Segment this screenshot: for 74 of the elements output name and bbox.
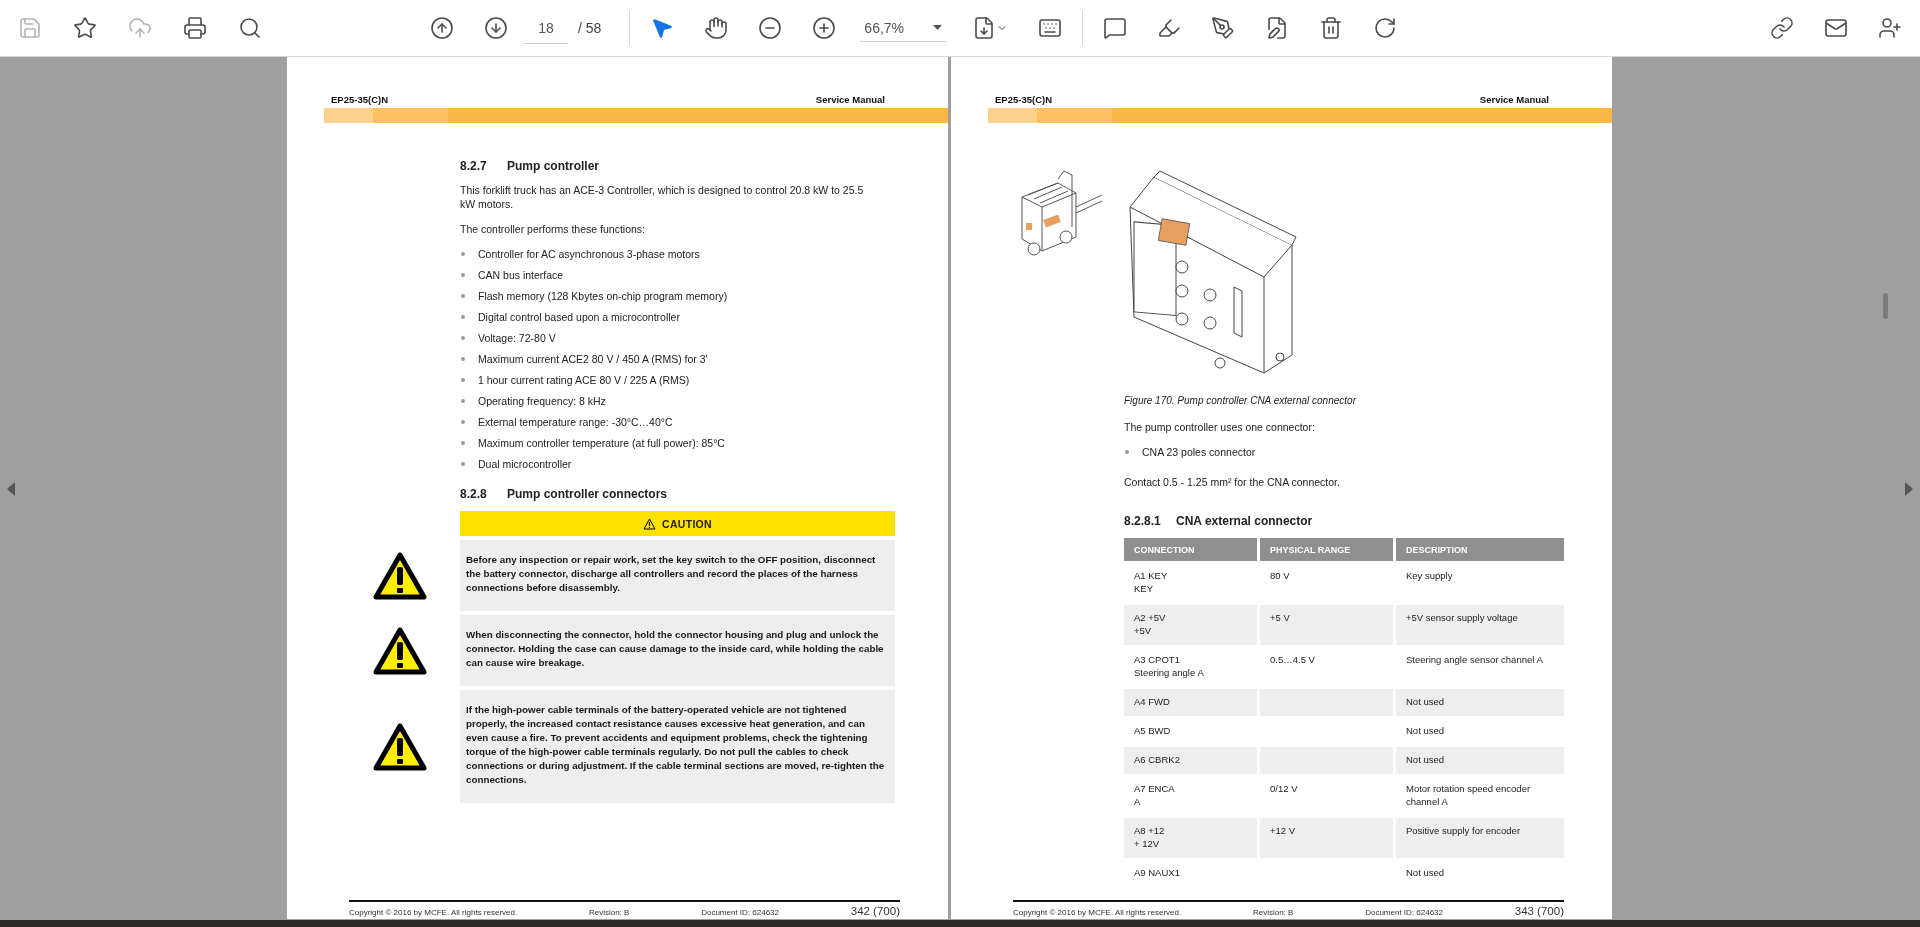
bullet-dot [461,441,465,445]
bullet-text: CNA 23 poles connector [1142,445,1256,459]
bullet-dot [461,399,465,403]
footer-revision: Revision: B [1252,908,1294,917]
header-title: Service Manual [815,94,885,105]
bullet-dot [461,294,465,298]
header-model: EP25-35(C)N [331,94,389,105]
previous-page-icon[interactable] [6,481,16,496]
bullet-text: External temperature range: -30°C…40°C [478,415,673,429]
table-cell: Positive supply for encoder [1396,818,1564,858]
footer-revision: Revision: B [588,908,630,917]
bullet-text: Controller for AC asynchronous 3-phase motors [478,247,700,261]
bullet-dot [461,252,465,256]
zoom-field[interactable]: 66,7% [860,14,947,42]
table-cell: A6 CBRK2 [1124,747,1257,774]
bullet-text: 1 hour current rating ACE 80 V / 225 A (RMS) [478,373,690,387]
bullet-dot [461,420,465,424]
bullet-text: Digital control based upon a microcontroller [478,310,680,324]
warning-text: When disconnecting the connector, hold the connector housing and plug and unlock the connector. Holding the case can cause damage to the inside card, while holding the cable can cause wire breakage. [460,615,895,686]
bullet-text: Maximum controller temperature (at full power): 85°C [478,436,725,450]
bullet-dot [461,336,465,340]
page-number: 343 (700) [1514,905,1564,917]
bullet-dot [1125,450,1129,454]
bullet-text: Operating frequency: 8 kHz [478,394,606,408]
section-title: Pump controller [507,159,599,173]
section-title: CNA external connector [1176,514,1313,528]
section-title: Pump controller connectors [507,487,668,501]
table-cell: A8 +12 + 12V [1124,818,1257,858]
scrollbar-thumb[interactable] [1883,293,1888,319]
paragraph: This forklift truck has an ACE-3 Controller, which is designed to control 20.8 kW to 25.5 kW motors. [460,183,865,211]
bullet-dot [461,378,465,382]
warning-icon [373,626,427,675]
bullet-dot [461,273,465,277]
warning-text: Before any inspection or repair work, set the key switch to the OFF position, disconnect the battery connector, discharge all controllers and record the places of the harness connections before disassembly. [460,540,895,611]
warning-icon [643,517,657,530]
table-cell: A4 FWD [1124,689,1257,716]
bullet-dot [461,315,465,319]
warning-icon [373,722,427,771]
footer-document-id: Document ID: 624632 [701,908,779,917]
table-header: PHYSICAL RANGE [1260,538,1393,561]
page-number: 342 (700) [850,905,900,917]
table-cell: A2 +5V +5V [1124,605,1257,645]
header-model: EP25-35(C)N [995,94,1053,105]
table-cell: Not used [1396,689,1564,716]
bullet-text: CAN bus interface [478,268,564,282]
table-header: DESCRIPTION [1396,538,1564,561]
section-number: 8.2.7 [460,159,488,173]
page-total: / 58 [578,20,602,36]
bullet-text: Maximum current ACE2 80 V / 450 A (RMS) for 3' [478,352,708,366]
footer-copyright: Copyright © 2016 by MCFE. All rights reserved. [349,908,518,917]
section-number: 8.2.8.1 [1124,514,1162,528]
paragraph: Contact 0.5 - 1.25 mm² for the CNA connector. [1124,475,1341,489]
footer-document-id: Document ID: 624632 [1365,908,1443,917]
bullet-text: Voltage: 72-80 V [478,331,556,345]
bullet-text: Dual microcontroller [478,457,572,471]
table-cell: Not used [1396,747,1564,774]
table-cell: +5 V [1260,605,1393,645]
section-number: 8.2.8 [460,487,488,501]
caret-icon[interactable] [933,24,943,31]
paragraph: The pump controller uses one connector: [1124,420,1316,434]
figure-caption: Figure 170. Pump controller CNA external connector [1124,395,1358,406]
caution-label: CAUTION [662,517,712,530]
header-title: Service Manual [1479,94,1549,105]
table-cell: +12 V [1260,818,1393,858]
table-header: CONNECTION [1124,538,1257,561]
paragraph: The controller performs these functions: [460,222,646,236]
warning-text: If the high-power cable terminals of the battery-operated vehicle are not tightened properly, the increased contact resistance causes excessive heat generation, and can even cause a fire. To prevent accidents and equipment problems, check the tightening torque of the high-power cable terminals regularly. Do not pull the cables to check connections or during adjustment. If the cable terminal sections are moved, re-tighten the connections. [460,690,895,803]
footer-copyright: Copyright © 2016 by MCFE. All rights reserved. [1013,908,1182,917]
table-cell: +5V sensor supply voltage [1396,605,1564,645]
next-page-icon[interactable] [1904,481,1914,496]
warning-icon [373,551,427,600]
bullet-dot [461,357,465,361]
bullet-text: Flash memory (128 Kbytes on-chip program memory) [478,289,728,303]
bullet-dot [461,462,465,466]
